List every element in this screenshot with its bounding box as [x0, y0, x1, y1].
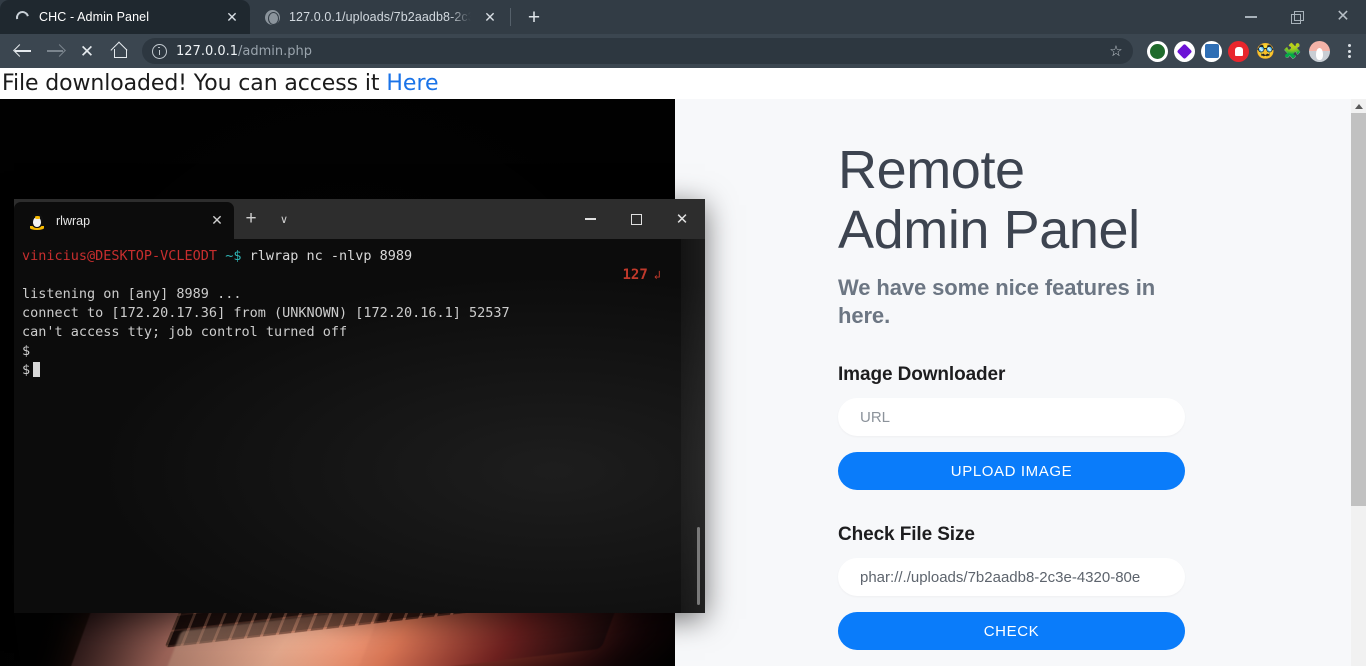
return-code-value: 127 [622, 267, 648, 283]
terminal-user-host: vinicius@DESKTOP-VCLEODT [22, 248, 218, 264]
blue-box-extension-icon[interactable] [1201, 40, 1222, 62]
check-file-size-label: Check File Size [838, 524, 975, 545]
terminal-output-line: can't access tty; job control turned off [22, 324, 348, 340]
terminal-maximize-button[interactable] [613, 199, 659, 239]
close-window-button[interactable]: ✕ [1320, 0, 1366, 34]
terminal-new-tab-button[interactable]: + [234, 199, 268, 239]
scrollbar-up-arrow[interactable] [1351, 99, 1366, 113]
minimize-button[interactable] [1228, 0, 1274, 34]
upload-image-button[interactable]: UPLOAD IMAGE [838, 452, 1185, 490]
terminal-tab-rlwrap[interactable]: rlwrap ✕ [14, 202, 234, 239]
new-tab-button[interactable]: + [519, 2, 549, 32]
terminal-command: rlwrap nc -nlvp 8989 [241, 248, 413, 264]
close-icon[interactable]: ✕ [480, 7, 500, 27]
chrome-menu-icon[interactable] [1338, 44, 1360, 58]
terminal-cursor [33, 362, 41, 377]
check-button[interactable]: CHECK [838, 612, 1185, 650]
bookmark-star-icon[interactable]: ☆ [1103, 42, 1129, 60]
terminal-output-line: $ [22, 343, 31, 359]
close-icon[interactable]: ✕ [222, 7, 242, 27]
loading-spinner-icon [13, 8, 31, 26]
terminal-active-prompt: $ [22, 361, 705, 380]
stop-loading-button[interactable]: ✕ [72, 36, 102, 66]
extensions-area: 🥸 🧩 [1141, 40, 1360, 62]
terminal-window: rlwrap ✕ + ∨ ✕ vinicius@DESKTOP-VCLEODT … [14, 199, 705, 613]
terminal-output-area[interactable]: vinicius@DESKTOP-VCLEODT ~$ rlwrap nc -n… [14, 239, 705, 613]
url-text: 127.0.0.1/admin.php [176, 44, 312, 59]
home-button[interactable] [104, 36, 134, 66]
terminal-return-code: 127 ↲ [622, 266, 661, 285]
terminal-output-line: connect to [172.20.17.36] from (UNKNOWN)… [22, 305, 510, 321]
browser-tab-title: CHC - Admin Panel [39, 10, 150, 24]
back-button[interactable] [8, 36, 38, 66]
terminal-close-button[interactable]: ✕ [659, 199, 705, 239]
terminal-glow-strip [681, 239, 705, 613]
page-subtitle: We have some nice features in here. [838, 275, 1156, 328]
terminal-prompt-symbol: $ [22, 362, 31, 378]
browser-tab-active[interactable]: CHC - Admin Panel ✕ [0, 0, 250, 34]
globe-icon [264, 9, 280, 25]
tab-separator [510, 8, 511, 26]
page-scrollbar[interactable] [1351, 99, 1366, 666]
download-here-link[interactable]: Here [386, 71, 438, 96]
browser-tab-uploads[interactable]: 127.0.0.1/uploads/7b2aadb8-2c3 ✕ [250, 0, 508, 34]
forward-button[interactable] [40, 36, 70, 66]
restore-button[interactable] [1274, 0, 1320, 34]
terminal-tab-title: rlwrap [56, 213, 91, 228]
file-path-input[interactable] [838, 558, 1185, 596]
page-viewport: File downloaded! You can access it Here … [0, 68, 1366, 666]
page-title: Remote Admin Panel [838, 140, 1188, 260]
profile-avatar-icon[interactable] [1309, 40, 1330, 62]
url-host: 127.0.0.1 [176, 43, 239, 59]
url-input[interactable] [838, 398, 1185, 436]
scrollbar-thumb[interactable] [1351, 113, 1366, 506]
browser-tabstrip: CHC - Admin Panel ✕ 127.0.0.1/uploads/7b… [0, 0, 1366, 34]
terminal-output-line: listening on [any] 8989 ... [22, 286, 242, 302]
chevron-down-icon[interactable]: ∨ [268, 199, 300, 239]
scrollbar-top-gap [1351, 68, 1366, 99]
download-notice-banner: File downloaded! You can access it Here [0, 68, 1351, 99]
red-stop-hand-extension-icon[interactable] [1228, 40, 1249, 62]
download-notice-text: File downloaded! You can access it [2, 71, 380, 96]
image-downloader-label: Image Downloader [838, 364, 1006, 385]
puzzle-extensions-icon[interactable]: 🧩 [1282, 41, 1303, 62]
terminal-scrollbar[interactable] [697, 527, 700, 605]
terminal-prompt-line: vinicius@DESKTOP-VCLEODT ~$ rlwrap nc -n… [22, 247, 705, 266]
page-title-line1: Remote [838, 140, 1025, 200]
page-title-line2: Admin Panel [838, 200, 1140, 260]
purple-diamond-extension-icon[interactable] [1174, 40, 1195, 62]
return-icon: ↲ [653, 268, 661, 282]
tux-linux-icon [29, 212, 45, 230]
address-bar[interactable]: 127.0.0.1/admin.php ☆ [142, 38, 1133, 64]
terminal-window-controls: ✕ [567, 199, 705, 239]
browser-tab-title: 127.0.0.1/uploads/7b2aadb8-2c3 [289, 10, 471, 24]
window-controls: ✕ [1228, 0, 1366, 34]
admin-panel-content: Remote Admin Panel We have some nice fea… [838, 140, 1188, 650]
green-circle-extension-icon[interactable] [1147, 40, 1168, 62]
terminal-titlebar: rlwrap ✕ + ∨ ✕ [14, 199, 705, 239]
browser-toolbar: ✕ 127.0.0.1/admin.php ☆ 🥸 🧩 [0, 34, 1366, 68]
url-path: /admin.php [238, 43, 313, 59]
site-info-icon[interactable] [152, 43, 167, 59]
terminal-path: ~$ [225, 248, 242, 264]
terminal-minimize-button[interactable] [567, 199, 613, 239]
browser-window: CHC - Admin Panel ✕ 127.0.0.1/uploads/7b… [0, 0, 1366, 666]
close-icon[interactable]: ✕ [206, 210, 228, 232]
burp-goggles-extension-icon[interactable]: 🥸 [1255, 41, 1276, 62]
